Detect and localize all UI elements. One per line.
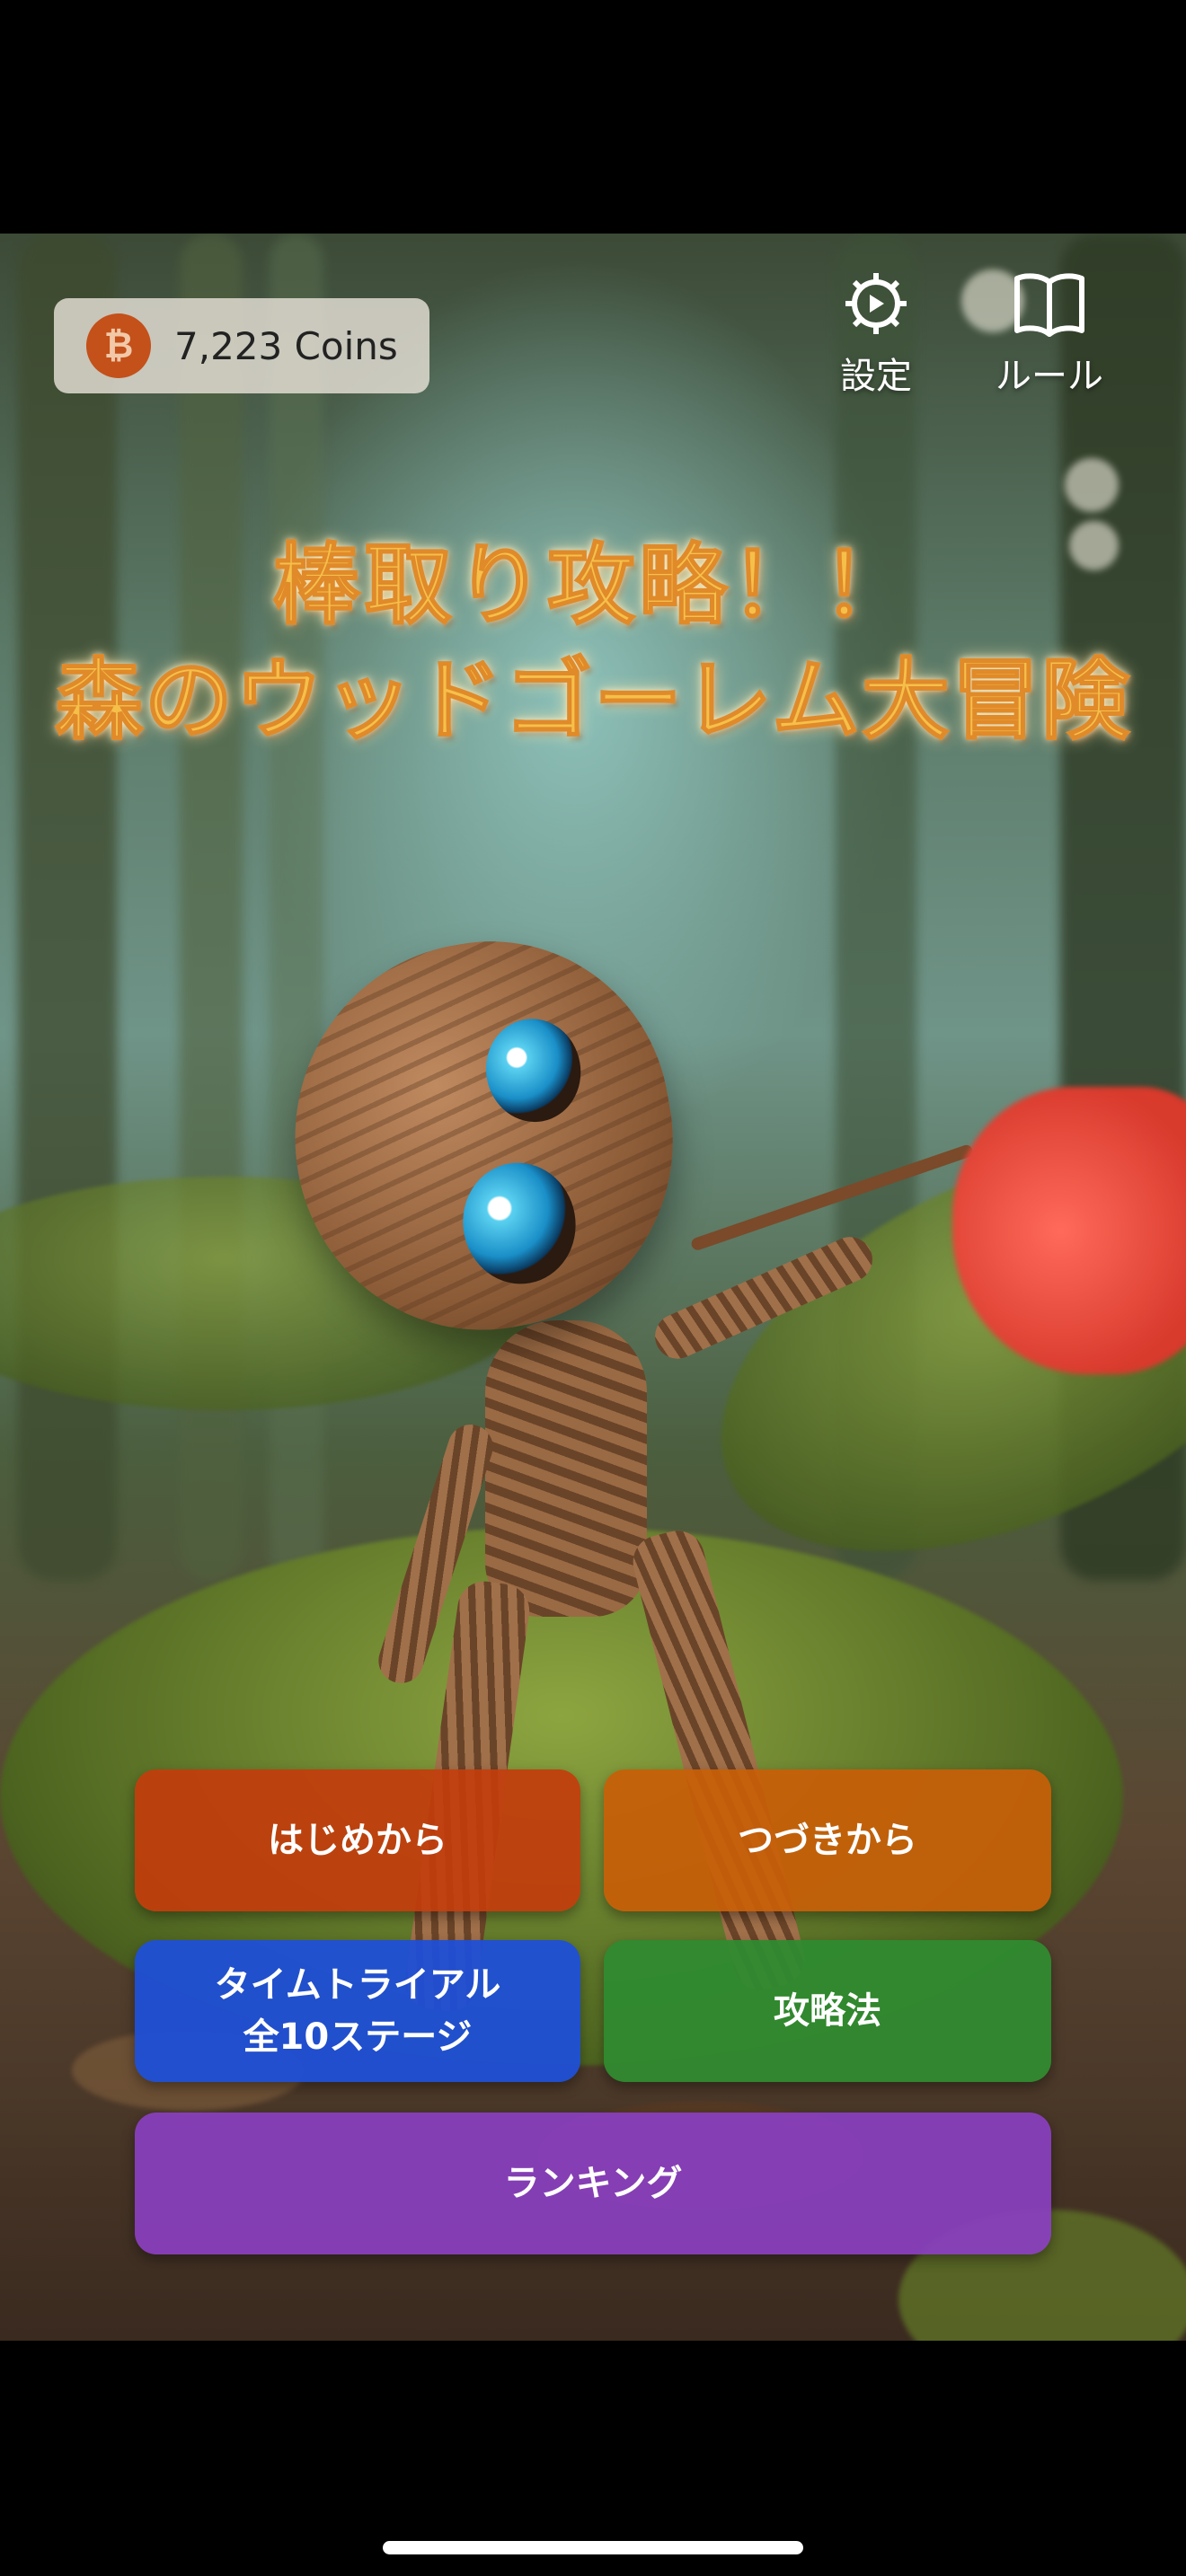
- settings-button[interactable]: 設定: [840, 268, 912, 399]
- rules-button[interactable]: ルール: [996, 268, 1103, 399]
- ranking-button[interactable]: ランキング: [135, 2113, 1051, 2254]
- start-button[interactable]: はじめから: [135, 1769, 580, 1911]
- coin-count: 7,223 Coins: [174, 323, 398, 368]
- home-indicator[interactable]: [383, 2541, 803, 2554]
- golem-eye: [477, 1010, 589, 1130]
- book-icon: [1014, 273, 1084, 337]
- rules-label: ルール: [996, 356, 1103, 397]
- time-trial-stages-label: 全10ステージ: [243, 2016, 473, 2058]
- time-trial-label: タイムトライアル: [214, 1964, 501, 2006]
- game-title-line1: 棒取り攻略！！: [271, 534, 914, 638]
- coin-icon: ₿: [86, 313, 151, 378]
- golem-eye: [453, 1153, 586, 1293]
- gear-icon: [845, 273, 907, 334]
- settings-label: 設定: [840, 356, 912, 397]
- game-title-line2: 森のウッドゴーレム大冒険: [54, 648, 1132, 753]
- golem-body: [485, 1320, 647, 1617]
- time-trial-button[interactable]: タイムトライアル 全10ステージ: [135, 1940, 580, 2082]
- light-bokeh: [1065, 458, 1119, 512]
- coin-counter: ₿ 7,223 Coins: [54, 298, 429, 393]
- strategy-button[interactable]: 攻略法: [604, 1940, 1051, 2082]
- continue-button[interactable]: つづきから: [604, 1769, 1051, 1911]
